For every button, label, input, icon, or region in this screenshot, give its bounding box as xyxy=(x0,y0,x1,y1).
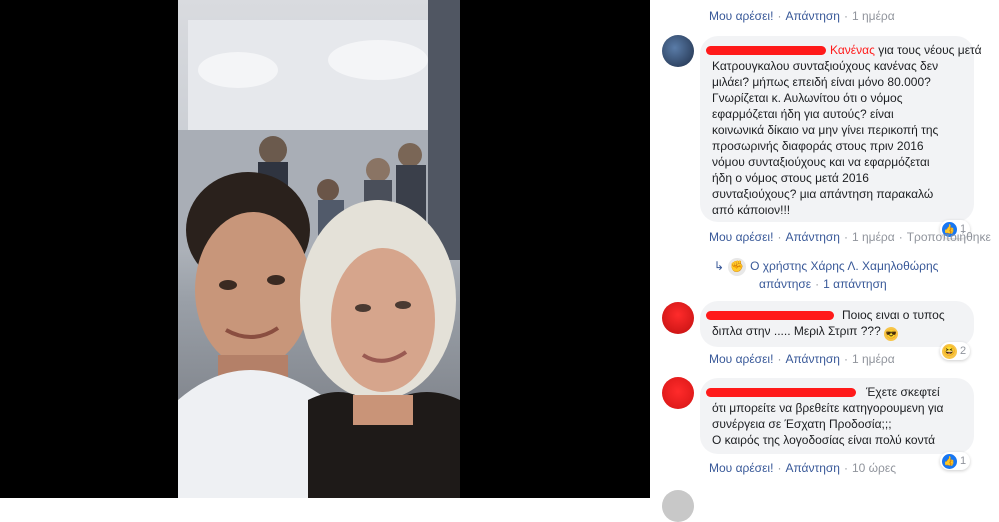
avatar[interactable] xyxy=(662,490,694,522)
like-link[interactable]: Μου αρέσει! xyxy=(709,461,773,475)
comment-text-line: Ο καιρός της λογοδοσίας είναι πολύ κοντά xyxy=(712,433,936,447)
comment-text-line: μιλάει? μήπως επειδή είναι μόνο 80.000? xyxy=(712,75,931,89)
like-icon: 👍 xyxy=(942,453,957,469)
reaction-count[interactable]: 😆 2 xyxy=(940,342,971,360)
comment-text-line: προσωρινής διαφοράς στους πριν 2016 xyxy=(712,139,924,153)
comment-text-line: Κατρουγκαλου συνταξιούχους κανένας δεν xyxy=(712,59,939,73)
reply-avatar-icon: ✊ xyxy=(728,258,747,276)
reply-author[interactable]: Ο χρήστης Χάρης Λ. Χαμηλοθώρης xyxy=(750,259,938,273)
reply-link[interactable]: Απάντηση xyxy=(785,230,840,244)
reply-link[interactable]: Απάντηση xyxy=(785,352,840,366)
comment-text-line: Γνωρίζεται κ. Αυλωνίτου ότι ο νόμος xyxy=(712,91,903,105)
comment-time[interactable]: 1 ημέρα xyxy=(852,230,895,244)
comment-text-line: κοινωνικά δίκαιο να μην γίνει περικοπή τ… xyxy=(712,123,939,137)
comment-actions-top: Μου αρέσει! · Απάντηση · 1 ημέρα xyxy=(709,9,895,23)
avatar[interactable] xyxy=(662,377,694,409)
reply-verb[interactable]: απάντησε xyxy=(759,277,811,291)
reply-arrow-icon: ↳ xyxy=(714,259,725,274)
sunglasses-emoji-icon: 😎 xyxy=(884,327,899,341)
selfie-illustration xyxy=(178,0,460,498)
reply-link[interactable]: Απάντηση xyxy=(785,461,840,475)
reply-summary[interactable]: ↳ ✊ Ο χρήστης Χάρης Λ. Χαμηλοθώρης xyxy=(714,258,938,276)
haha-icon: 😆 xyxy=(942,343,957,359)
reply-summary-meta: απάντησε · 1 απάντηση xyxy=(759,277,887,291)
reply-link[interactable]: Απάντηση xyxy=(785,9,840,23)
comment-text-line: συνταξιούχους? μια απάντηση παρακαλώ xyxy=(712,187,934,201)
comment-text-line: νόμου συνταξιούχους και να εφαρμόζεται xyxy=(712,155,930,169)
like-link[interactable]: Μου αρέσει! xyxy=(709,352,773,366)
comment-time[interactable]: 1 ημέρα xyxy=(852,352,895,366)
comment-text-line: από κάποιον!!! xyxy=(712,203,791,217)
comments-panel: Μου αρέσει! · Απάντηση · 1 ημέρα Κανένας για… xyxy=(650,0,999,522)
comment-text-line: ήδη ο νόμος στους μετά 2016 xyxy=(712,171,869,185)
comment-text-line: διπλα στην ..... Μεριλ Στριπ ??? 😎 xyxy=(712,324,899,341)
like-link[interactable]: Μου αρέσει! xyxy=(709,9,773,23)
comment-time[interactable]: 1 ημέρα xyxy=(852,9,895,23)
reply-count[interactable]: 1 απάντηση xyxy=(823,277,887,291)
selfie-photo[interactable] xyxy=(178,0,460,498)
redaction-mark xyxy=(706,311,834,320)
comment-bubble: Έχετε σκεφτεί ότι μπορείτε να βρεθείτε κ… xyxy=(700,378,974,454)
edited-label[interactable]: Τροποποιήθηκε xyxy=(907,230,991,244)
comment-bubble: Ποιος ειναι ο τυπος διπλα στην ..... Μερ… xyxy=(700,301,974,347)
redaction-mark xyxy=(706,388,856,397)
reaction-count[interactable]: 👍 1 xyxy=(940,452,971,470)
comment-time[interactable]: 10 ώρες xyxy=(852,461,896,475)
like-link[interactable]: Μου αρέσει! xyxy=(709,230,773,244)
comment-actions: Μου αρέσει! · Απάντηση · 10 ώρες xyxy=(709,461,896,475)
comment-text-line: συνέργεια σε Έσχατη Προδοσία;;; xyxy=(712,417,892,431)
redaction-mark xyxy=(706,46,826,55)
comment-text-line: εφαρμόζεται ήδη για αυτούς? είναι xyxy=(712,107,894,121)
comment-actions: Μου αρέσει! · Απάντηση · 1 ημέρα xyxy=(709,352,895,366)
avatar[interactable] xyxy=(662,35,694,67)
avatar[interactable] xyxy=(662,302,694,334)
comment-bubble: Κανένας για τους νέους μετά Κατρουγκαλου… xyxy=(700,36,982,222)
comment-text-line: ότι μπορείτε να βρεθείτε κατηγορουμενη γ… xyxy=(712,401,944,415)
comment-actions: Μου αρέσει! · Απάντηση · 1 ημέρα · Τροποποιήθη… xyxy=(709,230,991,244)
